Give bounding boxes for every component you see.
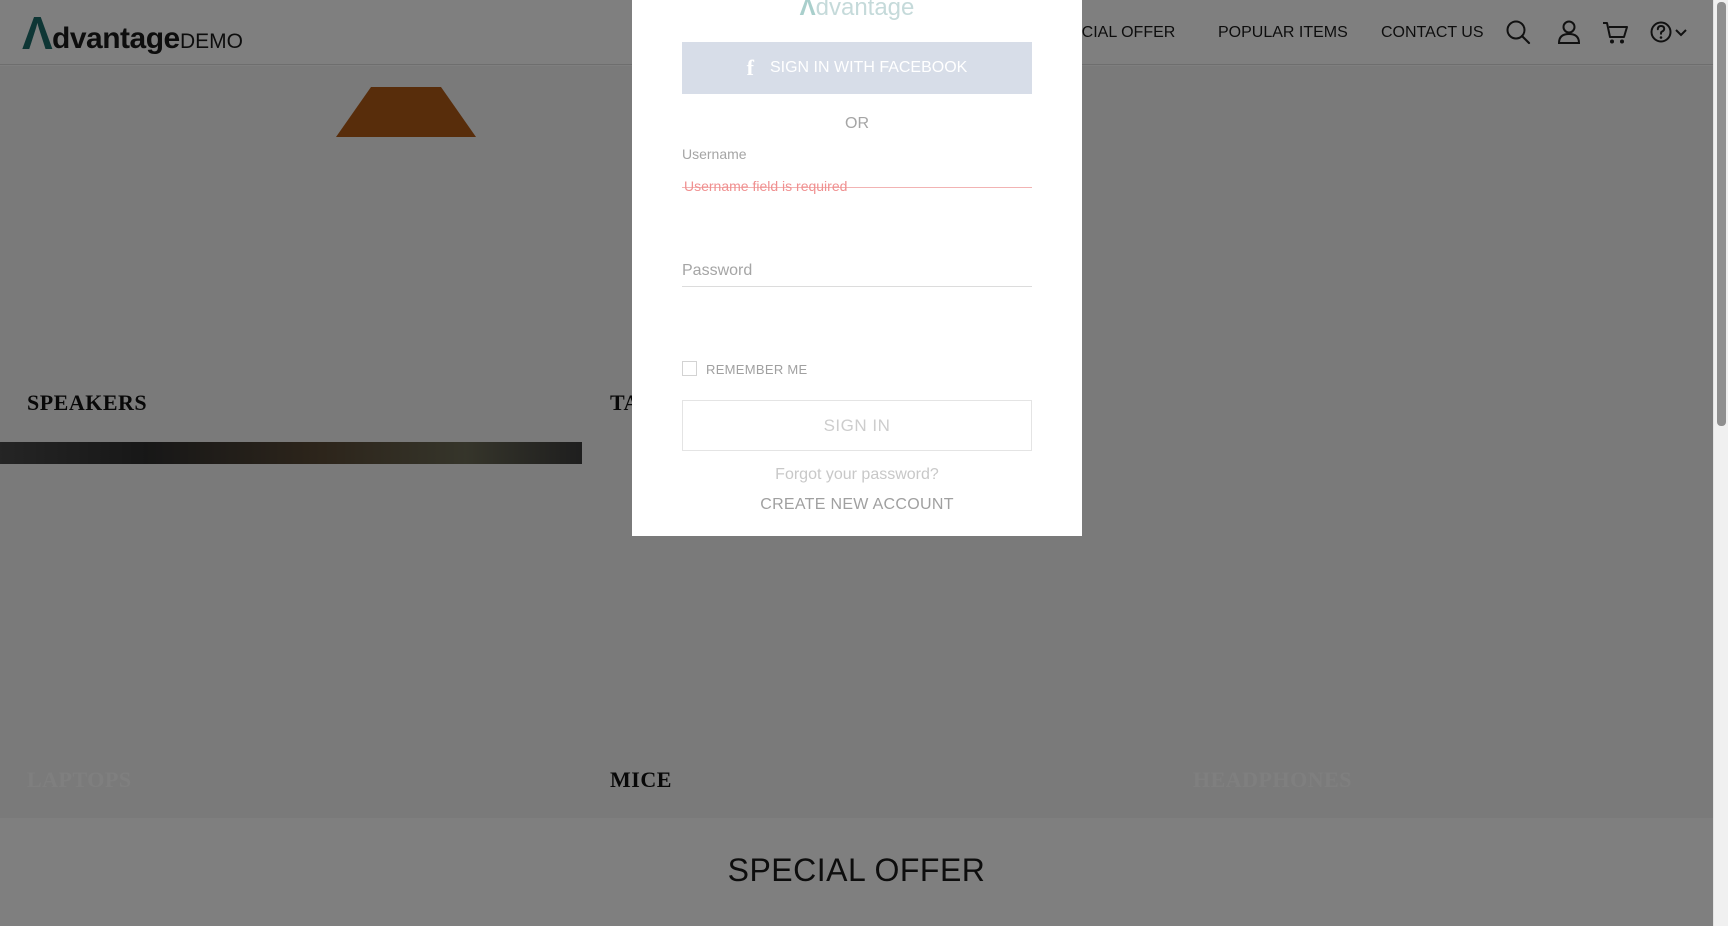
facebook-signin-label: SIGN IN WITH FACEBOOK	[769, 59, 968, 76]
login-modal: Λdvantage f SIGN IN WITH FACEBOOK OR Use…	[632, 0, 1082, 536]
create-account-link[interactable]: CREATE NEW ACCOUNT	[632, 496, 1082, 514]
username-error: Username field is required	[684, 178, 848, 194]
sign-in-button[interactable]: SIGN IN	[682, 400, 1032, 451]
remember-me-checkbox[interactable]	[682, 361, 697, 376]
page-scrollbar[interactable]	[1713, 0, 1728, 926]
modal-logo-text: dvantage	[815, 0, 915, 21]
facebook-icon: f	[746, 55, 754, 80]
password-field[interactable]	[682, 256, 1032, 286]
remember-me-label[interactable]: REMEMBER ME	[706, 362, 808, 377]
or-divider: OR	[845, 115, 869, 132]
modal-logo-mark: Λ	[799, 0, 816, 21]
modal-logo: Λdvantage	[632, 0, 1082, 22]
password-underline	[682, 286, 1032, 287]
scrollbar-thumb[interactable]	[1717, 2, 1726, 426]
username-label: Username	[682, 146, 747, 162]
facebook-signin-button[interactable]: f SIGN IN WITH FACEBOOK	[682, 42, 1032, 94]
forgot-password-link[interactable]: Forgot your password?	[632, 466, 1082, 484]
